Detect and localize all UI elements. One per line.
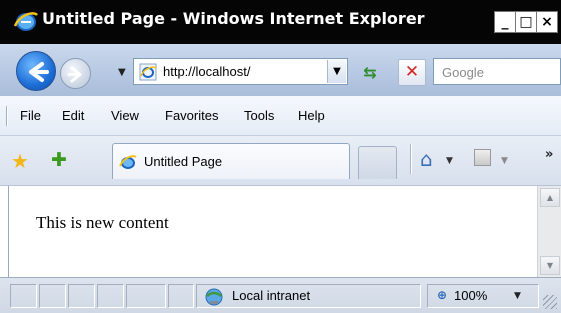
menu-view[interactable]: View [111,108,139,123]
feeds-dropdown[interactable]: ▼ [501,156,508,166]
address-field[interactable]: http://localhost/ ▼ [133,58,348,85]
search-input[interactable]: Google [433,58,561,85]
browser-window: Untitled Page - Windows Internet Explore… [0,0,561,313]
search-placeholder: Google [442,65,484,80]
forward-arrow-icon [67,66,82,83]
tab-untitled-page[interactable]: Untitled Page [112,143,350,179]
tab-toolbar: ★ ✚ Untitled Page ⌂ ▼ ▼ » [0,136,561,186]
recent-pages-dropdown[interactable]: ▼ [118,67,126,78]
address-url: http://localhost/ [163,64,251,79]
vertical-scrollbar[interactable]: ▲ ▼ [537,186,561,277]
toolbar-separator [410,144,412,174]
tab-label: Untitled Page [144,154,223,169]
menu-favorites[interactable]: Favorites [165,108,218,123]
tab-page-icon [119,155,137,169]
menu-file[interactable]: File [20,108,41,123]
maximize-button[interactable]: □ [515,11,537,33]
back-button[interactable] [16,51,56,91]
address-toolbar: ▼ http://localhost/ ▼ ⇆ ✕ Google [0,44,561,96]
menu-tools[interactable]: Tools [244,108,274,123]
zoom-dropdown[interactable]: ▼ [514,291,521,301]
minimize-button[interactable]: _ [494,11,516,33]
back-arrow-icon [29,62,49,82]
home-dropdown[interactable]: ▼ [446,156,453,166]
favorites-center-icon[interactable]: ★ [11,149,29,173]
stop-icon: ✕ [404,62,420,82]
scroll-up-button[interactable]: ▲ [540,188,560,207]
stop-button[interactable]: ✕ [398,59,426,86]
more-tools-chevron-icon[interactable]: » [545,147,553,162]
new-tab-button[interactable] [358,146,397,179]
menu-grip[interactable] [6,106,8,126]
feeds-icon[interactable] [474,149,491,166]
refresh-button[interactable]: ⇆ [357,61,383,85]
internet-explorer-icon [14,12,38,31]
status-pane [39,284,66,308]
content-text: This is new content [36,213,169,232]
add-favorite-icon[interactable]: ✚ [51,149,67,171]
forward-button[interactable] [60,58,91,89]
page-content: This is new content [8,186,537,277]
scroll-down-button[interactable]: ▼ [540,256,560,275]
status-pane [10,284,37,308]
status-pane [168,284,194,308]
zoom-icon: ⊕ [437,288,448,302]
title-bar: Untitled Page - Windows Internet Explore… [0,0,561,44]
zoom-level: 100% [454,288,488,303]
address-dropdown-button[interactable]: ▼ [327,60,346,83]
security-zone-label: Local intranet [232,288,311,303]
window-title: Untitled Page - Windows Internet Explore… [42,9,425,28]
menu-help[interactable]: Help [298,108,325,123]
resize-grip-icon[interactable] [543,295,557,309]
home-icon[interactable]: ⌂ [420,147,433,171]
page-icon [139,63,157,81]
status-pane [126,284,166,308]
status-pane [68,284,95,308]
local-intranet-icon [205,288,223,306]
status-pane [97,284,124,308]
refresh-icon: ⇆ [363,63,377,82]
menu-bar: File Edit View Favorites Tools Help [0,96,561,136]
close-button[interactable]: × [536,11,558,33]
menu-edit[interactable]: Edit [62,108,84,123]
status-bar: Local intranet ⊕ 100% ▼ [0,277,561,313]
